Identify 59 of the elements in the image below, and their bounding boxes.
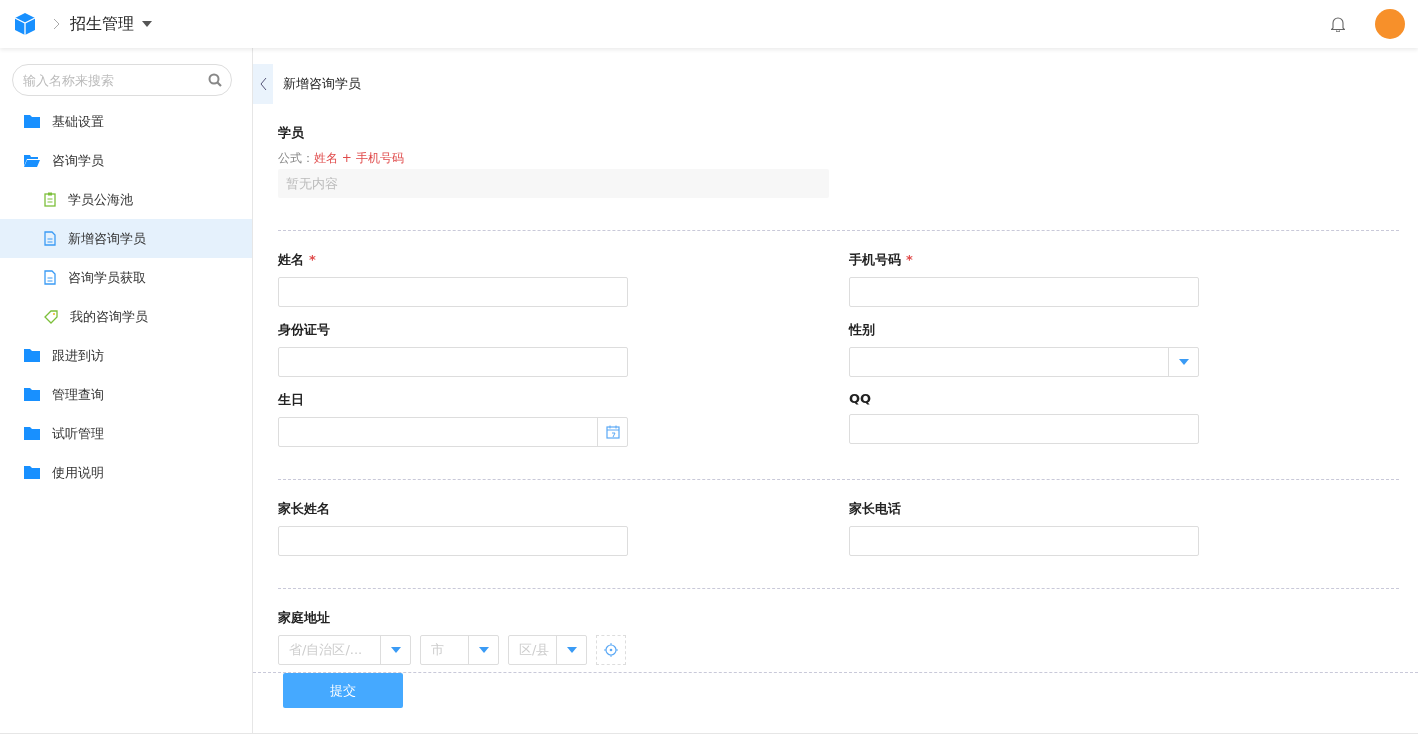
field-label: 家长姓名 <box>278 500 331 518</box>
field-label: 身份证号 <box>278 321 331 339</box>
sidebar-item[interactable]: 管理查询 <box>0 375 252 414</box>
required-mark: * <box>309 252 316 267</box>
field-label: QQ <box>849 391 873 406</box>
sidebar-item[interactable]: 学员公海池 <box>0 180 252 219</box>
field-label: 家庭地址 <box>278 609 331 627</box>
document-icon <box>44 231 56 246</box>
tag-icon <box>44 309 58 324</box>
folder-icon <box>24 427 40 440</box>
input-field[interactable] <box>278 347 628 377</box>
caret-icon <box>478 647 489 653</box>
field-label: 性别 <box>849 321 876 339</box>
back-button[interactable] <box>253 64 273 104</box>
search-icon <box>208 73 222 87</box>
clipboard-icon <box>44 192 56 207</box>
sidebar-item[interactable]: 使用说明 <box>0 453 252 492</box>
caret-icon <box>390 647 401 653</box>
field-label: 生日 <box>278 391 305 409</box>
cube-logo-icon <box>13 12 37 36</box>
required-mark: * <box>906 252 913 267</box>
chevron-left-icon <box>259 77 267 91</box>
document-icon <box>44 270 56 285</box>
crosshair-icon <box>604 643 618 657</box>
field-label: 姓名 * <box>278 251 317 269</box>
folder-icon <box>24 115 40 128</box>
user-avatar[interactable] <box>1375 9 1405 39</box>
date-field[interactable] <box>278 417 628 447</box>
search-field[interactable]: 输入名称来搜索 <box>12 64 232 96</box>
page-title: 新增咨询学员 <box>283 75 361 93</box>
sidebar-item[interactable]: 跟进到访 <box>0 336 252 375</box>
sidebar-item[interactable]: 新增咨询学员 <box>0 219 252 258</box>
sidebar-item[interactable]: 试听管理 <box>0 414 252 453</box>
calendar-icon <box>605 425 620 439</box>
select-field[interactable] <box>849 347 1199 377</box>
field-label: 学员 <box>278 124 305 142</box>
input-field[interactable] <box>849 414 1199 444</box>
open-folder-icon <box>24 154 40 167</box>
sidebar-item[interactable]: 我的咨询学员 <box>0 297 252 336</box>
sidebar-item[interactable]: 咨询学员获取 <box>0 258 252 297</box>
chevron-right-icon <box>53 18 60 30</box>
module-title[interactable]: 招生管理 <box>70 13 134 35</box>
caret-icon <box>1178 359 1189 365</box>
folder-icon <box>24 466 40 479</box>
input-field[interactable] <box>849 526 1199 556</box>
sidebar-item[interactable]: 基础设置 <box>0 102 252 141</box>
sidebar-item[interactable]: 咨询学员 <box>0 141 252 180</box>
field-label: 手机号码 * <box>849 251 914 269</box>
formula-text: 公式：姓名 + 手机号码 <box>278 150 405 167</box>
folder-icon <box>24 388 40 401</box>
input-field[interactable] <box>849 277 1199 307</box>
caret-icon <box>566 647 577 653</box>
caret-down-icon[interactable] <box>142 21 152 27</box>
field-label: 家长电话 <box>849 500 902 518</box>
bell-icon[interactable] <box>1331 16 1345 32</box>
input-field[interactable] <box>278 277 628 307</box>
input-field[interactable] <box>278 526 628 556</box>
locate-button[interactable] <box>596 635 626 665</box>
folder-icon <box>24 349 40 362</box>
